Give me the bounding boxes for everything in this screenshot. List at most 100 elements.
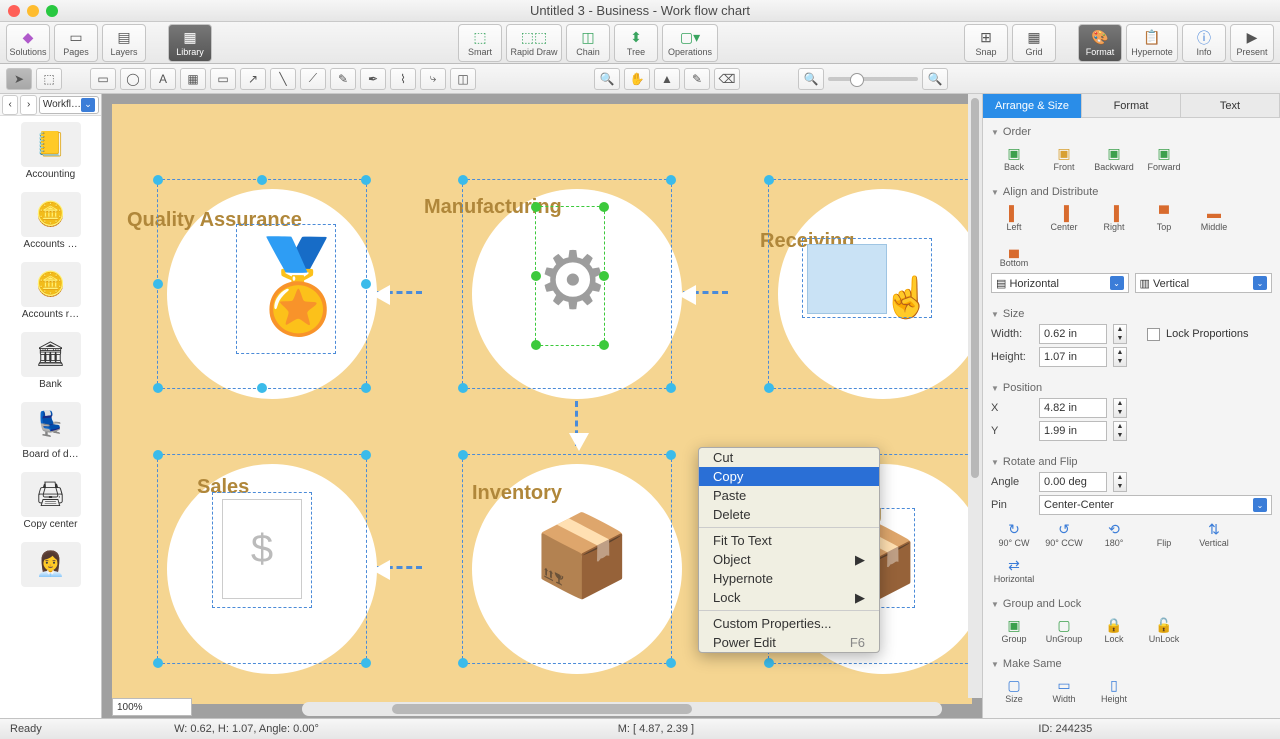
canvas-area[interactable]: Quality Assurance Manufacturing Receivin… bbox=[102, 94, 982, 718]
brush-tool[interactable]: ✎ bbox=[330, 68, 356, 90]
lib-forward-button[interactable]: › bbox=[20, 95, 36, 115]
ungroup-button[interactable]: ▢UnGroup bbox=[1041, 614, 1087, 646]
rotate-90cw-button[interactable]: ↻90° CW bbox=[991, 518, 1037, 550]
tab-arrange-size[interactable]: Arrange & Size bbox=[983, 94, 1082, 118]
align-top-button[interactable]: ▀Top bbox=[1141, 202, 1187, 234]
tab-text[interactable]: Text bbox=[1181, 94, 1280, 118]
connector-tool[interactable]: ⤷ bbox=[420, 68, 446, 90]
order-backward-button[interactable]: ▣Backward bbox=[1091, 142, 1137, 174]
present-button[interactable]: ▶Present bbox=[1230, 24, 1274, 62]
ctx-object[interactable]: Object▶ bbox=[699, 550, 879, 569]
info-button[interactable]: ⓘInfo bbox=[1182, 24, 1226, 62]
format-button[interactable]: 🎨Format bbox=[1078, 24, 1122, 62]
order-forward-button[interactable]: ▣Forward bbox=[1141, 142, 1187, 174]
library-item[interactable]: 🪙Accounts … bbox=[0, 186, 101, 256]
snap-button[interactable]: ⊞Snap bbox=[964, 24, 1008, 62]
lib-back-button[interactable]: ‹ bbox=[2, 95, 18, 115]
x-input[interactable]: 4.82 in bbox=[1039, 398, 1107, 418]
pin-select[interactable]: Center-Center⌄ bbox=[1039, 495, 1272, 515]
library-button[interactable]: ▦Library bbox=[168, 24, 212, 62]
size-section-header[interactable]: Size bbox=[991, 308, 1272, 320]
polyline-tool[interactable]: ⌇ bbox=[390, 68, 416, 90]
connector-arrow[interactable] bbox=[678, 281, 748, 309]
text-select-tool[interactable]: ⬚ bbox=[36, 68, 62, 90]
same-width-button[interactable]: ▭Width bbox=[1041, 674, 1087, 706]
layers-button[interactable]: ▤Layers bbox=[102, 24, 146, 62]
rotate-180-button[interactable]: ⟲180° bbox=[1091, 518, 1137, 550]
order-section-header[interactable]: Order bbox=[991, 126, 1272, 138]
align-center-button[interactable]: ▐Center bbox=[1041, 202, 1087, 234]
canvas-h-scrollbar[interactable] bbox=[302, 702, 942, 716]
operations-button[interactable]: ▢▾Operations bbox=[662, 24, 718, 62]
arrow-tool[interactable]: ↗ bbox=[240, 68, 266, 90]
grid-button[interactable]: ▦Grid bbox=[1012, 24, 1056, 62]
tree-button[interactable]: ⬍Tree bbox=[614, 24, 658, 62]
y-stepper[interactable]: ▲▼ bbox=[1113, 421, 1127, 441]
zoom-out-button[interactable]: 🔍 bbox=[798, 68, 824, 90]
flip-vertical-button[interactable]: ⇅Vertical bbox=[1191, 518, 1237, 550]
position-section-header[interactable]: Position bbox=[991, 382, 1272, 394]
library-item[interactable]: 👩‍💼 bbox=[0, 536, 101, 595]
ctx-cut[interactable]: Cut bbox=[699, 448, 879, 467]
make-same-section-header[interactable]: Make Same bbox=[991, 658, 1272, 670]
connector-arrow[interactable] bbox=[565, 381, 593, 451]
ctx-delete[interactable]: Delete bbox=[699, 505, 879, 524]
width-stepper[interactable]: ▲▼ bbox=[1113, 324, 1127, 344]
line-tool[interactable]: ╲ bbox=[270, 68, 296, 90]
canvas-v-scrollbar[interactable] bbox=[968, 94, 982, 698]
distribute-vertical-select[interactable]: ▥ Vertical⌄ bbox=[1135, 273, 1273, 293]
rapid-draw-button[interactable]: ⬚⬚Rapid Draw bbox=[506, 24, 562, 62]
table-tool[interactable]: ▦ bbox=[180, 68, 206, 90]
same-height-button[interactable]: ▯Height bbox=[1091, 674, 1137, 706]
align-right-button[interactable]: ▐Right bbox=[1091, 202, 1137, 234]
library-item[interactable]: 💺Board of d… bbox=[0, 396, 101, 466]
align-middle-button[interactable]: ▬Middle bbox=[1191, 202, 1237, 234]
height-input[interactable]: 1.07 in bbox=[1039, 347, 1107, 367]
stamp-tool[interactable]: ▲ bbox=[654, 68, 680, 90]
curve-tool[interactable]: ⟋ bbox=[300, 68, 326, 90]
angle-input[interactable]: 0.00 deg bbox=[1039, 472, 1107, 492]
ctx-lock[interactable]: Lock▶ bbox=[699, 588, 879, 607]
tab-format[interactable]: Format bbox=[1082, 94, 1181, 118]
ctx-paste[interactable]: Paste bbox=[699, 486, 879, 505]
note-tool[interactable]: ▭ bbox=[210, 68, 236, 90]
lock-button[interactable]: 🔒Lock bbox=[1091, 614, 1137, 646]
text-tool[interactable]: A bbox=[150, 68, 176, 90]
smart-button[interactable]: ⬚Smart bbox=[458, 24, 502, 62]
angle-stepper[interactable]: ▲▼ bbox=[1113, 472, 1127, 492]
zoom-slider[interactable] bbox=[828, 77, 918, 81]
flip-horizontal-button[interactable]: ⇄Horizontal bbox=[991, 554, 1037, 586]
pointer-tool[interactable]: ➤ bbox=[6, 68, 32, 90]
distribute-horizontal-select[interactable]: ▤ Horizontal⌄ bbox=[991, 273, 1129, 293]
ctx-hypernote[interactable]: Hypernote bbox=[699, 569, 879, 588]
zoom-combo[interactable]: 100% bbox=[112, 698, 192, 716]
x-stepper[interactable]: ▲▼ bbox=[1113, 398, 1127, 418]
align-bottom-button[interactable]: ▄Bottom bbox=[991, 238, 1037, 270]
same-size-button[interactable]: ▢Size bbox=[991, 674, 1037, 706]
connector-arrow[interactable] bbox=[372, 281, 442, 309]
solutions-button[interactable]: ◆Solutions bbox=[6, 24, 50, 62]
order-back-button[interactable]: ▣Back bbox=[991, 142, 1037, 174]
align-left-button[interactable]: ▌Left bbox=[991, 202, 1037, 234]
crop-tool[interactable]: ◫ bbox=[450, 68, 476, 90]
eyedropper-tool[interactable]: ✎ bbox=[684, 68, 710, 90]
order-front-button[interactable]: ▣Front bbox=[1041, 142, 1087, 174]
zoom-in-button[interactable]: 🔍 bbox=[922, 68, 948, 90]
rotate-90ccw-button[interactable]: ↺90° CCW bbox=[1041, 518, 1087, 550]
ctx-fit-to-text[interactable]: Fit To Text bbox=[699, 531, 879, 550]
chain-button[interactable]: ◫Chain bbox=[566, 24, 610, 62]
connector-arrow[interactable] bbox=[372, 556, 442, 584]
library-selector[interactable]: Workfl…⌄ bbox=[39, 96, 99, 114]
lock-proportions-checkbox[interactable] bbox=[1147, 328, 1160, 341]
unlock-button[interactable]: 🔓UnLock bbox=[1141, 614, 1187, 646]
rotate-section-header[interactable]: Rotate and Flip bbox=[991, 456, 1272, 468]
height-stepper[interactable]: ▲▼ bbox=[1113, 347, 1127, 367]
hypernote-button[interactable]: 📋Hypernote bbox=[1126, 24, 1178, 62]
library-item[interactable]: 🏛Bank bbox=[0, 326, 101, 396]
ellipse-tool[interactable]: ◯ bbox=[120, 68, 146, 90]
zoom-tool[interactable]: 🔍 bbox=[594, 68, 620, 90]
pan-tool[interactable]: ✋ bbox=[624, 68, 650, 90]
eraser-tool[interactable]: ⌫ bbox=[714, 68, 740, 90]
library-item[interactable]: 🪙Accounts r… bbox=[0, 256, 101, 326]
ctx-copy[interactable]: Copy bbox=[699, 467, 879, 486]
